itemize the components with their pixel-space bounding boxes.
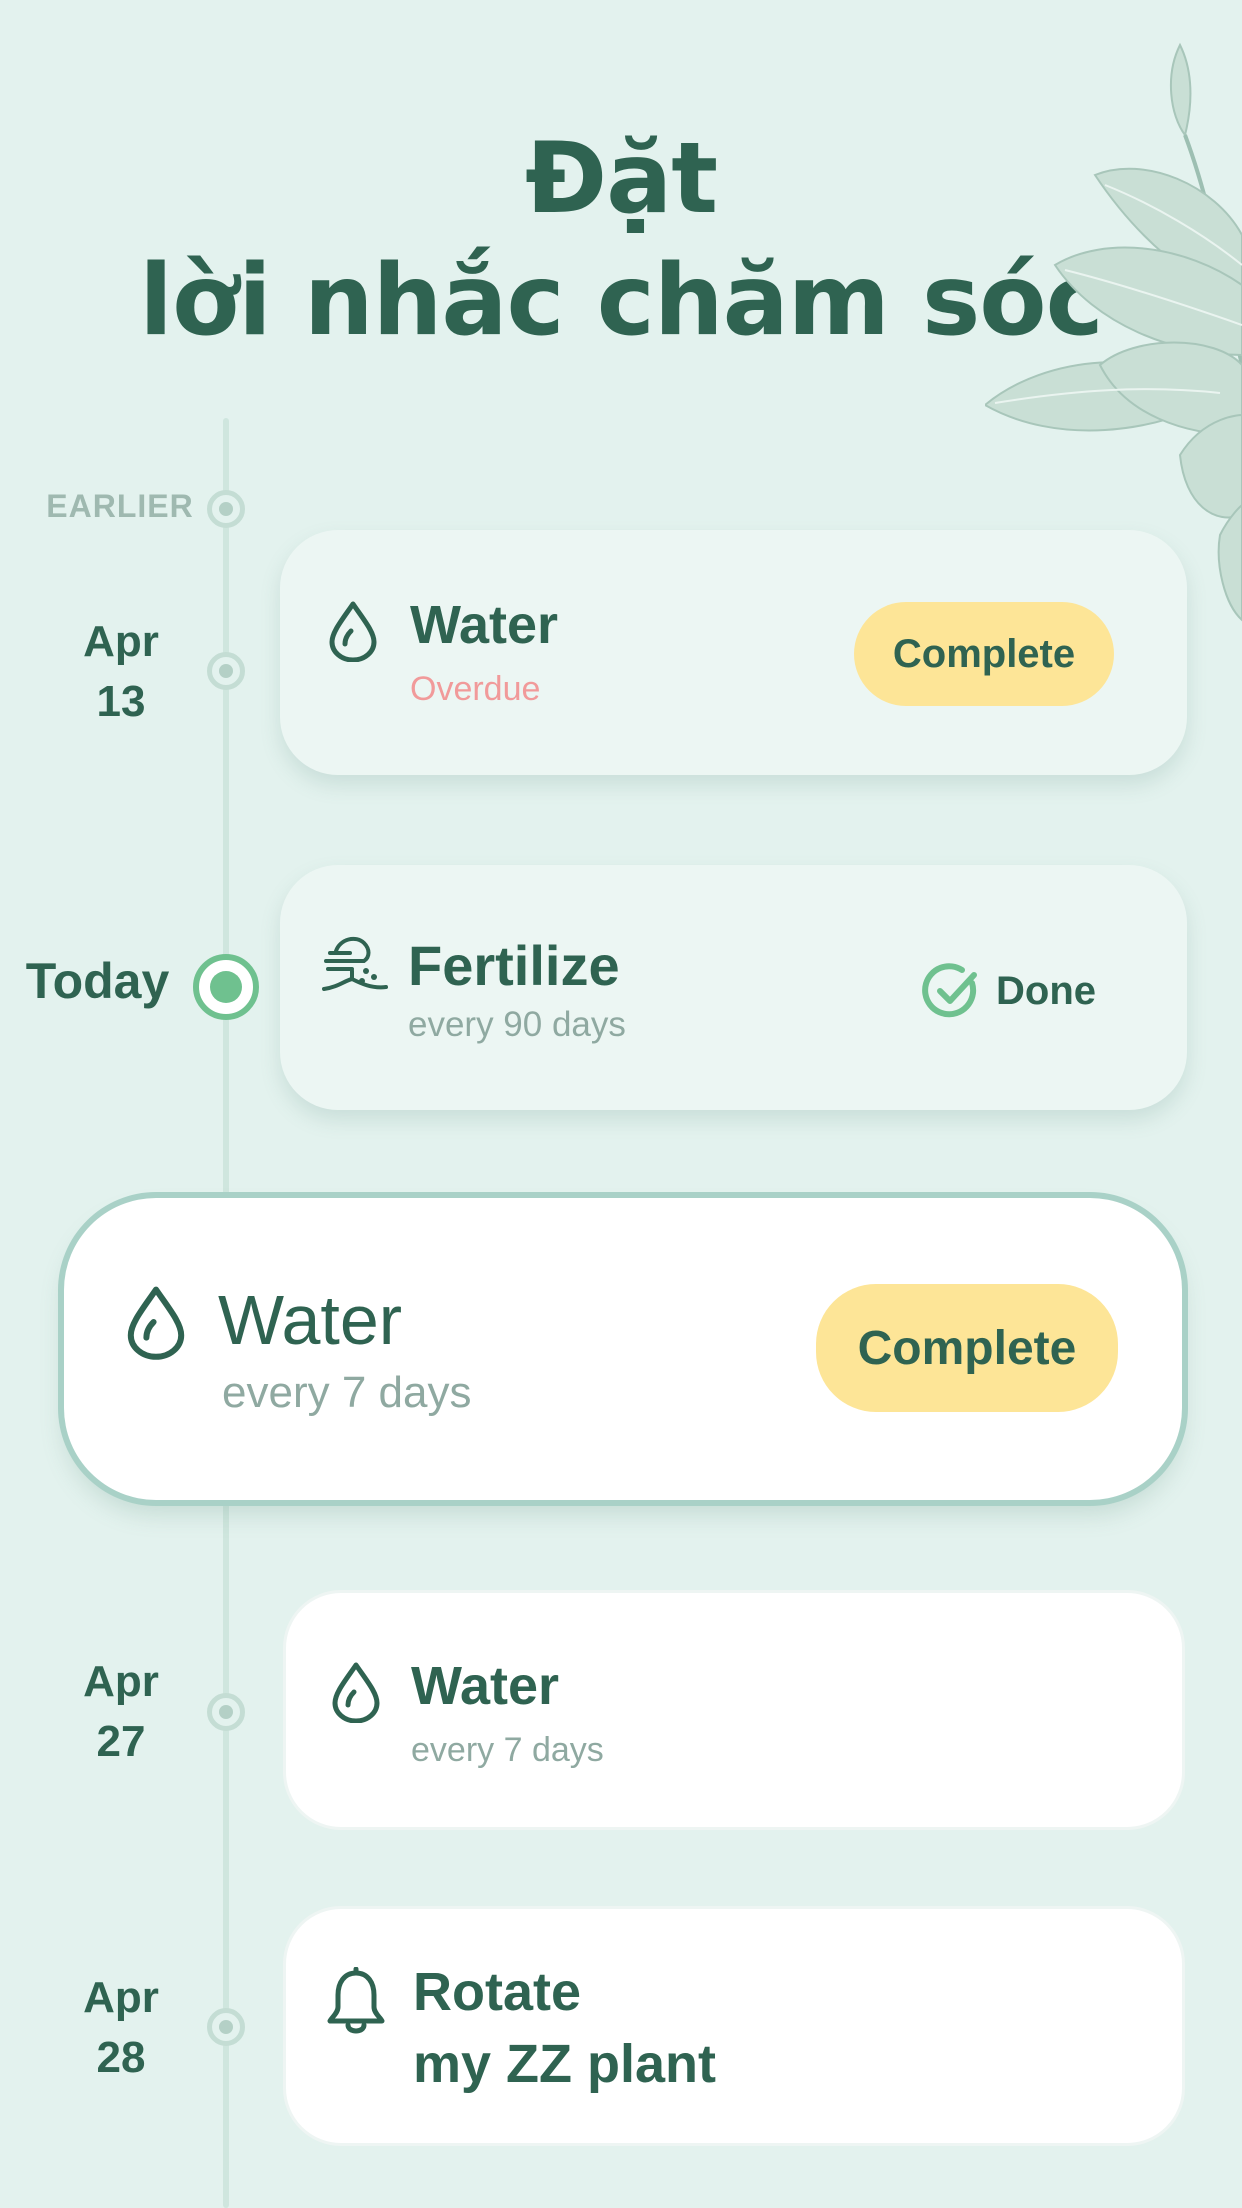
date-day: 28	[96, 2033, 146, 2082]
timeline-dot-apr-13	[207, 652, 245, 690]
reminder-card-water-apr-27[interactable]: Water every 7 days	[283, 1590, 1185, 1830]
timeline-dot-today	[193, 954, 259, 1020]
timeline-dot-apr-28	[207, 2008, 245, 2046]
water-drop-icon	[329, 601, 377, 662]
bell-icon	[327, 1967, 385, 2034]
date-day: 13	[96, 677, 146, 726]
complete-button[interactable]: Complete	[816, 1284, 1118, 1412]
reminder-title: Fertilize	[408, 934, 620, 997]
date-label-apr-13: Apr 13	[41, 612, 201, 732]
reminder-title: Water	[410, 595, 559, 655]
reminder-title: Water	[218, 1281, 403, 1359]
done-status[interactable]: Done	[922, 961, 1096, 1021]
reminder-card-fertilize[interactable]: Fertilize every 90 days Done	[280, 865, 1187, 1110]
water-drop-icon	[127, 1286, 185, 1360]
reminder-frequency: every 7 days	[411, 1731, 604, 1769]
reminder-screen: Đặt lời nhắc chăm sóc EARLIER Apr 13 Wat…	[0, 0, 1242, 2208]
water-drop-icon	[332, 1662, 380, 1723]
date-month: Apr	[83, 1973, 159, 2022]
complete-button[interactable]: Complete	[854, 602, 1114, 706]
reminder-title-line1: Rotate	[413, 1962, 582, 2022]
reminder-frequency: every 90 days	[408, 1005, 626, 1044]
date-month: Apr	[83, 1657, 159, 1706]
timeline-dot-earlier	[207, 490, 245, 528]
check-circle-icon	[922, 963, 977, 1018]
earlier-label: EARLIER	[46, 488, 194, 524]
overdue-label: Overdue	[410, 670, 541, 708]
today-label: Today	[25, 953, 170, 1009]
reminder-title-line2: my ZZ plant	[413, 2034, 717, 2094]
date-label-apr-28: Apr 28	[41, 1968, 201, 2088]
timeline-dot-apr-27	[207, 1693, 245, 1731]
date-month: Apr	[83, 617, 159, 666]
reminder-card-water-overdue[interactable]: Water Overdue Complete	[280, 530, 1187, 775]
reminder-title: Water	[411, 1656, 560, 1716]
done-label: Done	[996, 968, 1096, 1013]
date-day: 27	[96, 1717, 146, 1766]
fertilize-icon	[322, 936, 388, 991]
reminder-card-water-featured[interactable]: Water every 7 days Complete	[64, 1198, 1182, 1500]
reminder-frequency: every 7 days	[222, 1368, 472, 1417]
date-label-apr-27: Apr 27	[41, 1652, 201, 1772]
reminder-card-rotate[interactable]: Rotate my ZZ plant	[283, 1906, 1185, 2146]
